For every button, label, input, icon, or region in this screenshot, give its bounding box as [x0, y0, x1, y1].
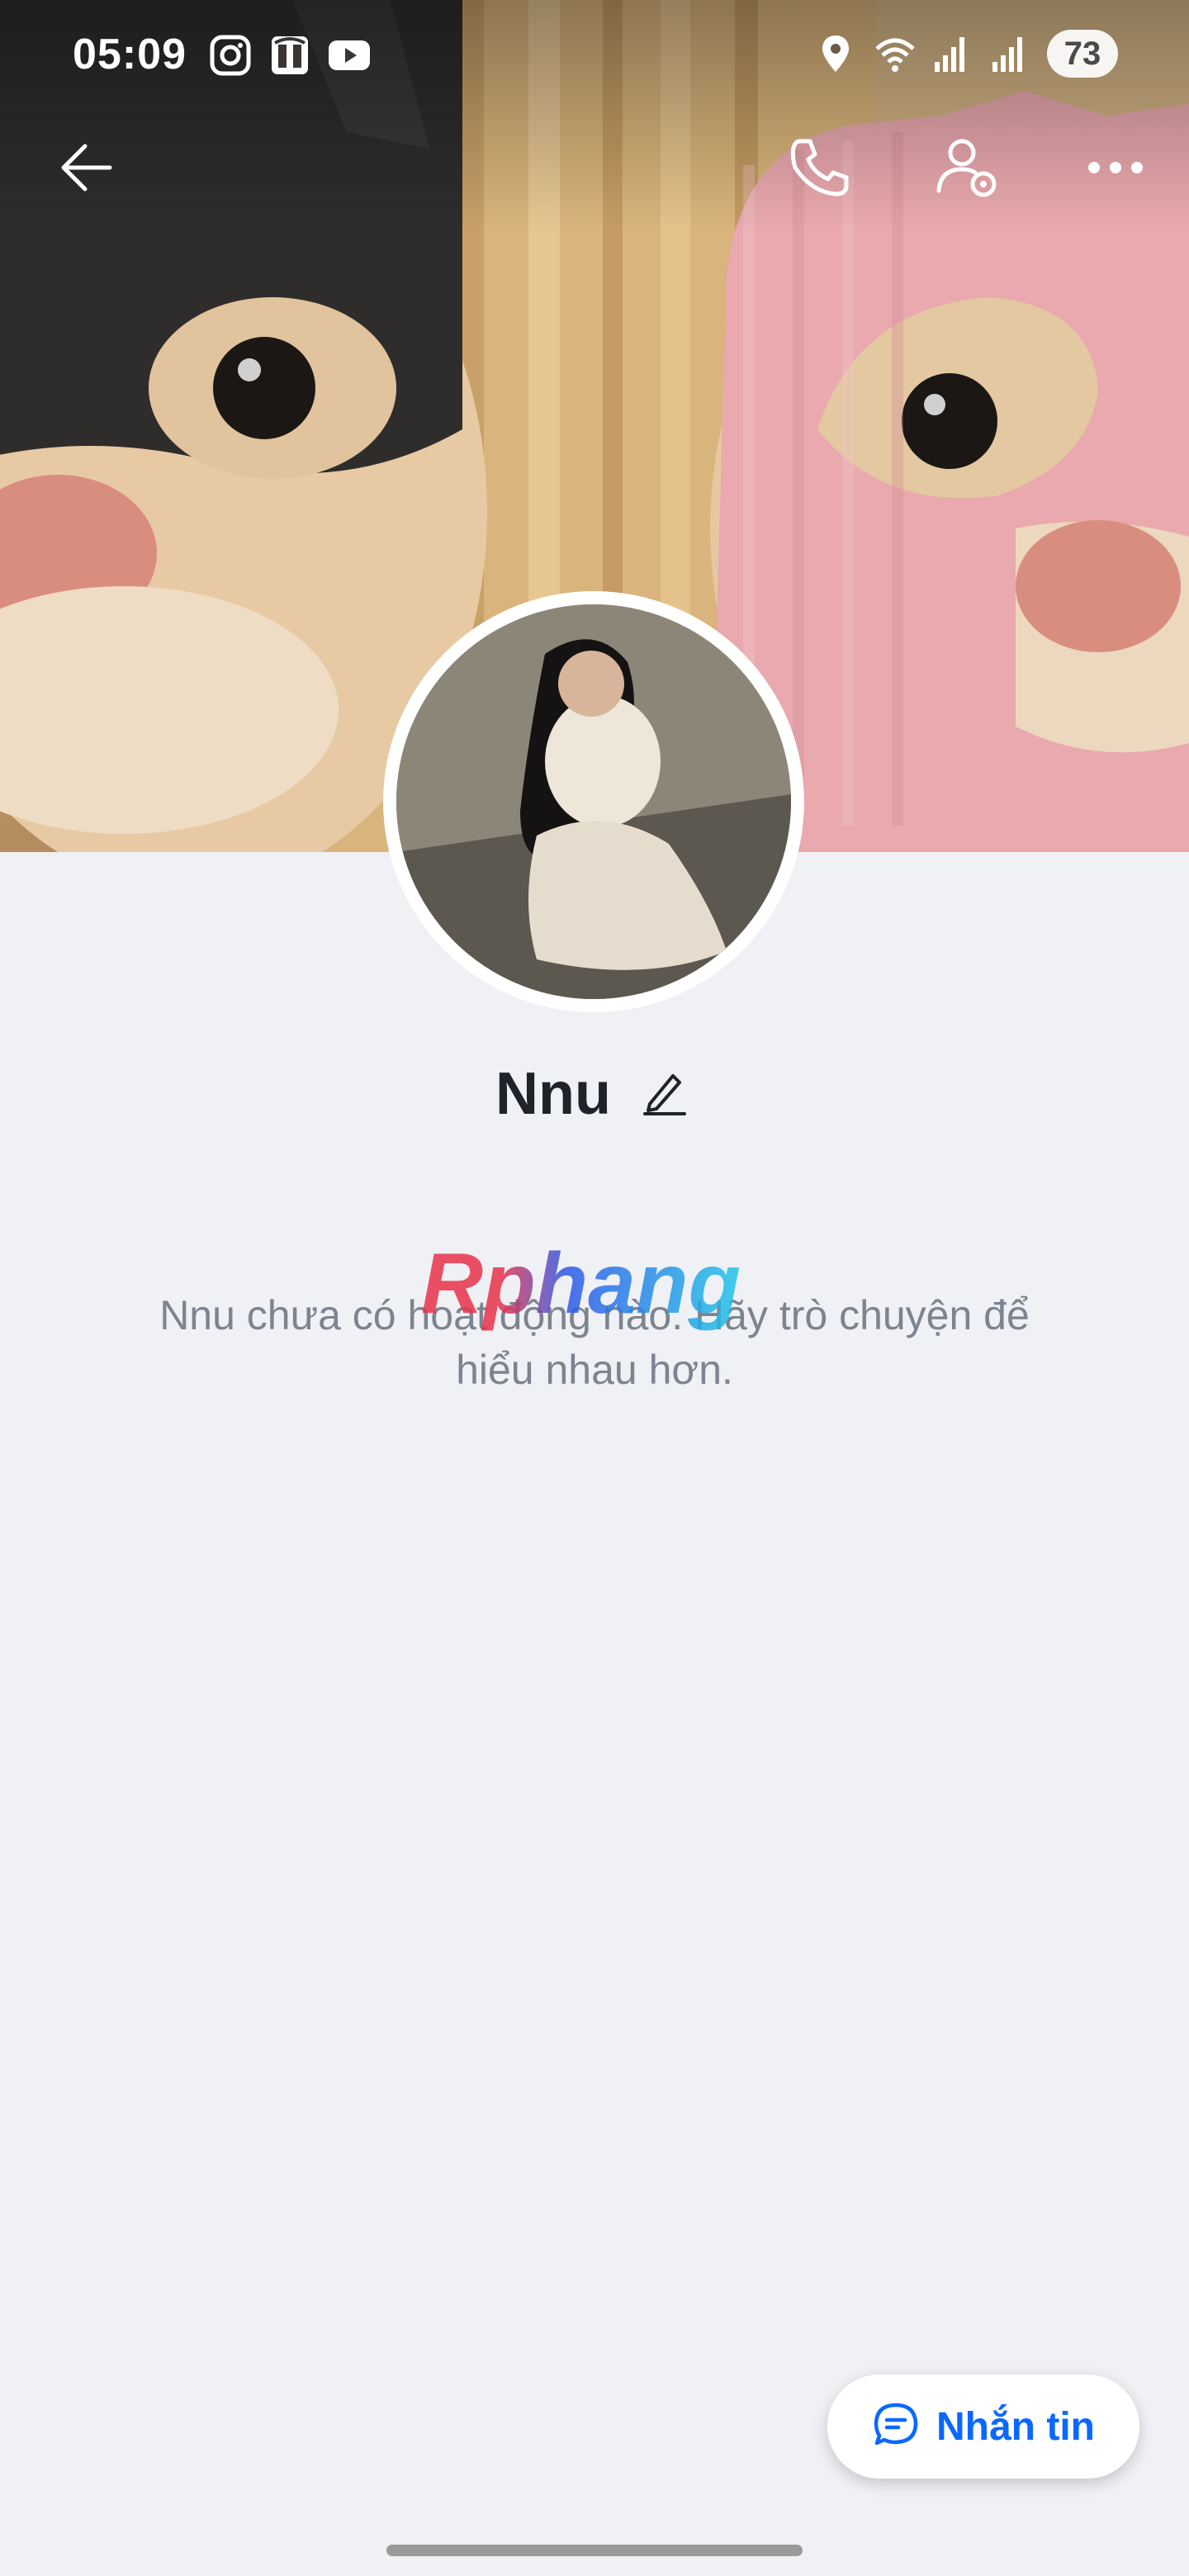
status-time: 05:09 [73, 31, 187, 78]
location-icon [816, 32, 855, 75]
youtube-icon [327, 33, 372, 78]
signal-icon [931, 32, 971, 75]
call-button[interactable] [783, 132, 857, 206]
watermark-logo: Rphang [421, 1236, 741, 1332]
pencil-icon [642, 1069, 688, 1120]
battery-indicator: 73 [1047, 30, 1118, 78]
avatar[interactable] [383, 591, 804, 1012]
avatar-photo [396, 604, 791, 999]
chat-bubble-icon [872, 2401, 920, 2453]
store-icon [268, 33, 312, 78]
back-button[interactable] [50, 132, 124, 206]
instagram-icon [208, 33, 253, 78]
home-indicator[interactable] [386, 2545, 803, 2556]
edit-name-button[interactable] [636, 1065, 694, 1123]
profile-settings-button[interactable] [931, 132, 1006, 206]
signal-icon [989, 32, 1029, 75]
profile-name-row: Nnu [0, 1060, 1189, 1128]
profile-name: Nnu [495, 1061, 611, 1127]
back-arrow-icon [57, 138, 116, 201]
status-app-icons [208, 33, 372, 78]
user-settings-icon [934, 133, 1003, 206]
send-message-label: Nhắn tin [936, 2404, 1095, 2449]
wifi-icon [874, 32, 915, 75]
status-system-icons: 73 [816, 30, 1118, 78]
watermark-text: Rphang [421, 1236, 741, 1332]
more-options-button[interactable] [1078, 132, 1153, 206]
phone-icon [787, 135, 853, 205]
status-bar: 05:09 73 [0, 0, 1189, 109]
more-icon [1086, 158, 1145, 182]
send-message-button[interactable]: Nhắn tin [827, 2375, 1139, 2479]
